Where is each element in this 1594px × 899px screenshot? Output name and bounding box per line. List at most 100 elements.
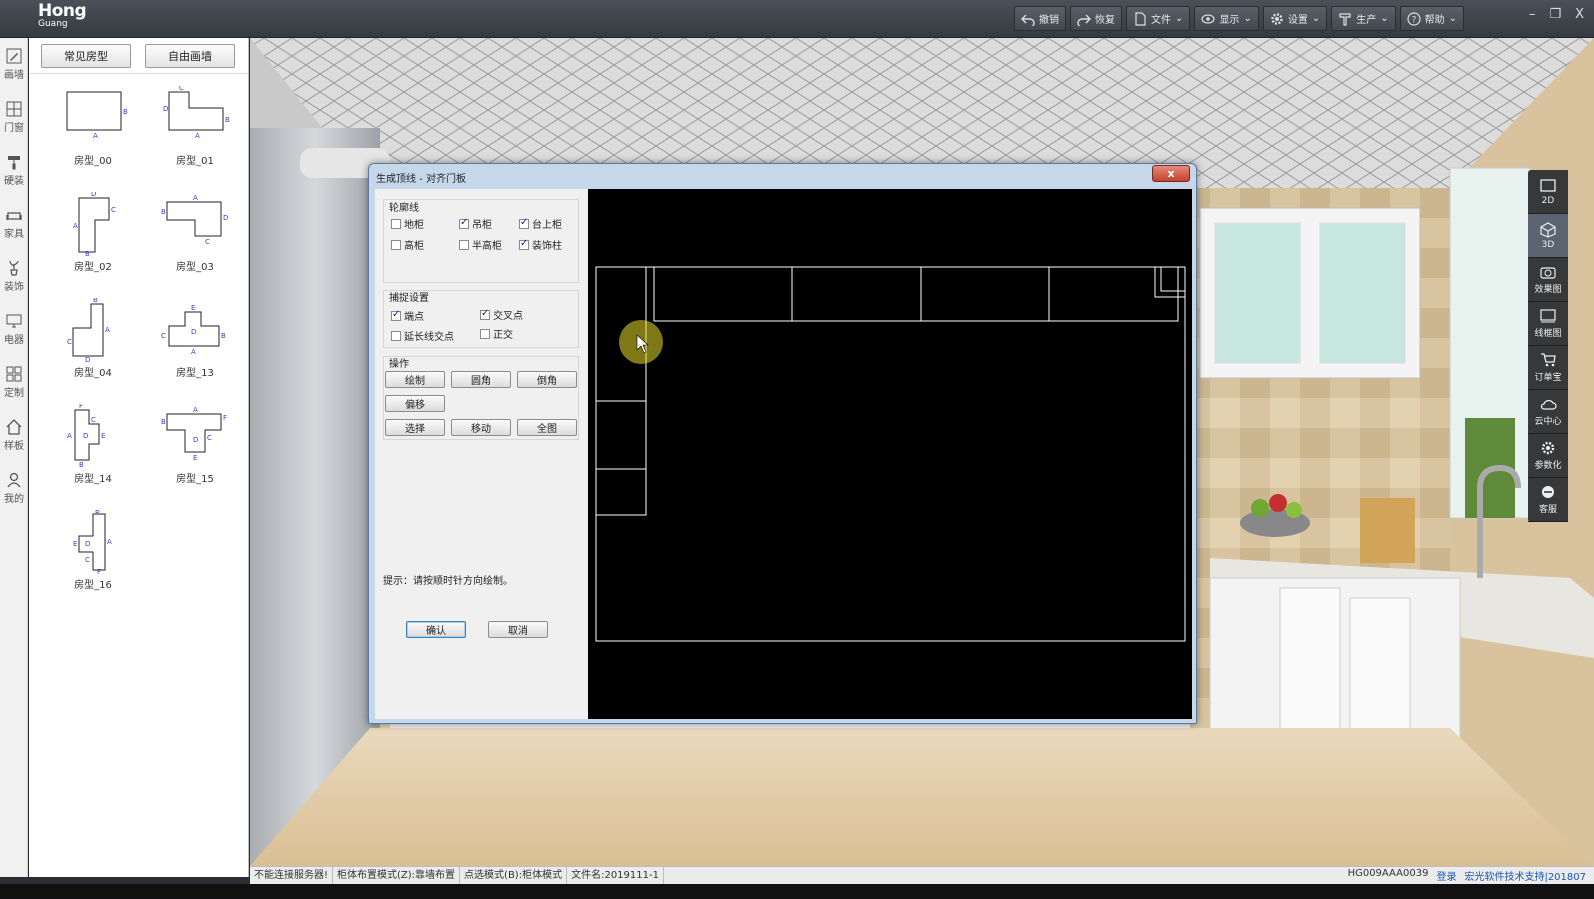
redo-button[interactable]: 恢复: [1070, 6, 1123, 31]
rail-item-decoration[interactable]: 装饰: [0, 250, 28, 303]
settings-menu-button[interactable]: 设置 ⌄: [1262, 6, 1328, 31]
room-type-label: 房型_03: [176, 262, 214, 273]
checkbox-box[interactable]: [519, 238, 529, 250]
room-type-item[interactable]: A B C D 房型_04: [43, 298, 143, 404]
checkbox-box[interactable]: [391, 239, 401, 250]
room-shape-icon: A B: [66, 91, 128, 140]
checkbox-box[interactable]: [391, 218, 401, 229]
view-2d-button[interactable]: 2D: [1528, 170, 1568, 214]
checkbox-extension-intersection[interactable]: 延长线交点: [391, 328, 454, 343]
svg-text:B: B: [93, 298, 98, 304]
checkbox-box[interactable]: [459, 239, 469, 250]
checkbox-wall-cabinet[interactable]: 吊柜: [459, 216, 492, 231]
svg-text:B: B: [85, 250, 90, 256]
rail-item-templates[interactable]: 样板: [0, 409, 28, 462]
rail-item-appliances[interactable]: 电器: [0, 303, 28, 356]
checkbox-box[interactable]: [391, 309, 401, 321]
checkbox-tall-cabinet[interactable]: 高柜: [391, 237, 424, 252]
dialog-close-button[interactable]: x: [1152, 165, 1190, 182]
checkbox-endpoint[interactable]: 端点: [391, 308, 424, 323]
cloud-icon: [1540, 400, 1557, 410]
room-type-label: 房型_04: [74, 368, 112, 379]
wireframe-button[interactable]: 线框图: [1528, 302, 1568, 346]
offset-button[interactable]: 偏移: [385, 395, 445, 412]
login-link[interactable]: 登录: [1436, 868, 1456, 883]
checkbox-box[interactable]: [519, 217, 529, 229]
checkbox-box[interactable]: [391, 330, 401, 341]
svg-text:C: C: [207, 434, 212, 442]
room-type-item[interactable]: A B 房型_00: [43, 86, 143, 192]
plant-icon: [9, 260, 19, 276]
svg-text:A: A: [107, 538, 112, 546]
bottom-strip: [0, 884, 1594, 899]
parametric-button[interactable]: 参数化: [1528, 434, 1568, 478]
view-3d-label: 3D: [1541, 239, 1555, 250]
checkbox-box[interactable]: [459, 217, 469, 229]
checkbox-box[interactable]: [480, 328, 490, 339]
outline-group-title: 轮廓线: [389, 203, 419, 214]
minimize-button[interactable]: –: [1529, 7, 1536, 22]
confirm-button[interactable]: 确认: [406, 621, 466, 638]
drawing-canvas[interactable]: [588, 189, 1192, 719]
rail-item-furniture[interactable]: 家具: [0, 197, 28, 250]
tab-free-wall[interactable]: 自由画墙: [145, 44, 235, 68]
pencil-icon: [6, 48, 22, 64]
room-type-item[interactable]: A B C D 房型_02: [43, 192, 143, 298]
display-menu-button[interactable]: 显示 ⌄: [1194, 6, 1259, 31]
support-link[interactable]: 宏光软件技术支持|201807: [1464, 868, 1586, 883]
room-type-item[interactable]: A B C D E F 房型_16: [43, 510, 143, 616]
customer-service-button[interactable]: 客服: [1528, 478, 1568, 522]
rail-item-hard-decor[interactable]: 硬装: [0, 144, 28, 197]
restore-button[interactable]: ❐: [1549, 7, 1561, 22]
select-button[interactable]: 选择: [385, 419, 445, 436]
draw-button[interactable]: 绘制: [385, 371, 445, 388]
produce-menu-button[interactable]: 生产 ⌄: [1331, 6, 1396, 31]
checkbox-half-tall-cabinet[interactable]: 半高柜: [459, 237, 502, 252]
cloud-center-button[interactable]: 云中心: [1528, 390, 1568, 434]
close-window-button[interactable]: X: [1575, 7, 1584, 22]
checkbox-box[interactable]: [480, 308, 490, 320]
checkbox-counter-cabinet[interactable]: 台上柜: [519, 216, 562, 231]
svg-text:E: E: [191, 304, 195, 312]
file-menu-button[interactable]: 文件 ⌄: [1126, 6, 1191, 31]
room-type-item[interactable]: A B C D E F 房型_14: [43, 404, 143, 510]
status-filename: 文件名:2019111-1: [567, 866, 664, 885]
monitor-icon: [6, 314, 22, 328]
move-button[interactable]: 移动: [451, 419, 511, 436]
room-type-item[interactable]: A B C D E 房型_13: [145, 298, 245, 404]
chamfer-button[interactable]: 倒角: [517, 371, 577, 388]
undo-button[interactable]: 撤销: [1014, 6, 1067, 31]
order-label: 订单宝: [1534, 373, 1562, 383]
wireframe-icon: [1540, 309, 1556, 323]
fillet-button[interactable]: 圆角: [451, 371, 511, 388]
eye-icon: [1201, 13, 1216, 24]
tab-common-rooms[interactable]: 常见房型: [41, 44, 131, 68]
rail-label: 门窗: [4, 123, 24, 134]
help-menu-button[interactable]: ? 帮助 ⌄: [1399, 6, 1464, 31]
order-button[interactable]: 订单宝: [1528, 346, 1568, 390]
rail-label: 硬装: [4, 176, 24, 187]
svg-text:D: D: [91, 192, 96, 198]
room-type-item[interactable]: A B C D 房型_01: [145, 86, 245, 192]
dialog-title: 生成顶线 - 对齐门板: [376, 174, 466, 185]
status-server: 不能连接服务器!: [250, 866, 334, 885]
render-button[interactable]: 效果图: [1528, 258, 1568, 302]
rail-item-custom[interactable]: 定制: [0, 356, 28, 409]
chevron-down-icon: ⌄: [1175, 13, 1184, 24]
chevron-down-icon: ⌄: [1311, 13, 1321, 24]
rail-item-draw-wall[interactable]: 画墙: [0, 38, 28, 91]
cancel-button[interactable]: 取消: [488, 621, 548, 638]
room-type-item[interactable]: A B C D E F 房型_15: [145, 404, 245, 510]
rail-item-mine[interactable]: 我的: [0, 462, 28, 515]
window-icon: [6, 101, 22, 117]
dialog-options-panel: 轮廓线 地柜 吊柜 台上柜 高柜 半高柜 装饰柱 捕捉设置 端点 交叉点 延长线…: [375, 189, 588, 719]
checkbox-intersection[interactable]: 交叉点: [480, 307, 523, 322]
svg-text:B: B: [161, 208, 166, 216]
checkbox-decor-column[interactable]: 装饰柱: [519, 237, 562, 252]
view-3d-button[interactable]: 3D: [1528, 214, 1568, 258]
zoom-all-button[interactable]: 全图: [517, 419, 577, 436]
checkbox-orthogonal[interactable]: 正交: [480, 326, 513, 341]
checkbox-base-cabinet[interactable]: 地柜: [391, 216, 424, 231]
rail-item-doors-windows[interactable]: 门窗: [0, 91, 28, 144]
room-type-item[interactable]: A B C D 房型_03: [145, 192, 245, 298]
